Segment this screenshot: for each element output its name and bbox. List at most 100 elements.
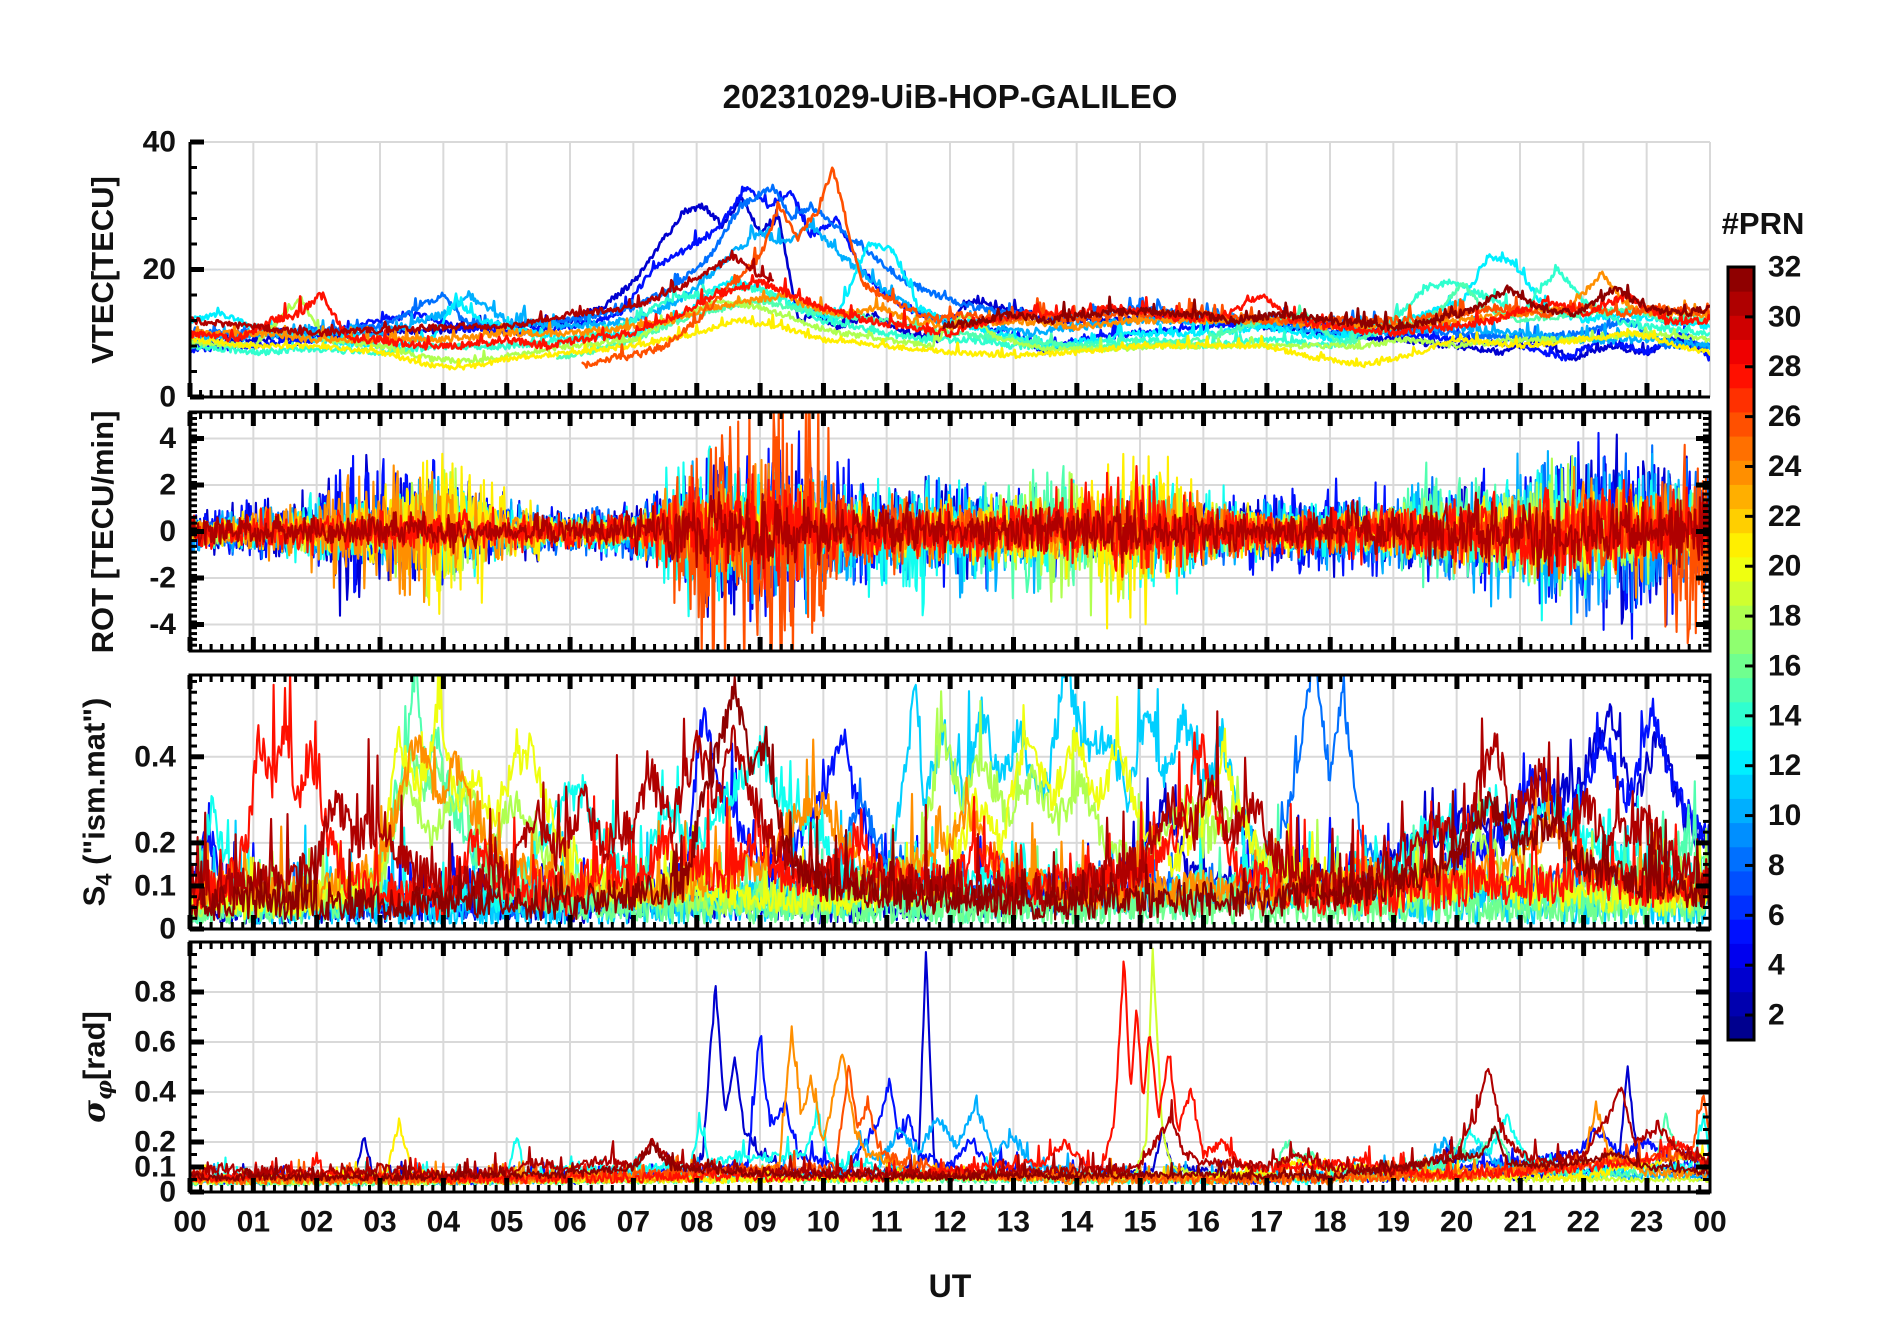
colorbar-segment bbox=[1728, 1015, 1754, 1041]
x-tick-label: 19 bbox=[1377, 1206, 1410, 1239]
y-axis-label-text: ROT [TECU/min] bbox=[85, 410, 120, 653]
colorbar-tick-label: 24 bbox=[1768, 450, 1802, 483]
y-axis-label-text: σ bbox=[76, 1099, 113, 1123]
y-axis-label-rot: ROT [TECU/min] bbox=[85, 410, 121, 653]
colorbar-tick-label: 32 bbox=[1768, 251, 1801, 284]
colorbar-segment bbox=[1728, 750, 1754, 775]
x-tick-label: 05 bbox=[490, 1206, 523, 1239]
colorbar: 2468101214161820222426283032 bbox=[1726, 251, 1802, 1042]
y-tick-label: 0 bbox=[159, 515, 176, 548]
y-axis-label-text: VTEC[TECU] bbox=[85, 175, 120, 364]
x-tick-label: 14 bbox=[1060, 1206, 1094, 1239]
chart-canvas: 0 20 40 -4 -2 0 2 4 0 0.1 0.2 0.4 0 0.1 0.2 0.4 0.6 0.8 00… bbox=[0, 0, 1902, 1330]
y-axis-label-sigmaphi: σφ[rad] bbox=[76, 1011, 117, 1123]
x-tick-label: 04 bbox=[427, 1206, 461, 1239]
x-tick-label: 18 bbox=[1313, 1206, 1346, 1239]
colorbar-segment bbox=[1728, 870, 1754, 896]
y-tick-label: -2 bbox=[149, 561, 176, 594]
colorbar-segment bbox=[1728, 291, 1754, 316]
colorbar-tick-label: 20 bbox=[1768, 550, 1801, 583]
panel-sigma-phi: 00.10.20.40.60.8 bbox=[134, 940, 1712, 1209]
y-axis-label-text: [rad] bbox=[76, 1011, 112, 1081]
colorbar-tick-label: 22 bbox=[1768, 500, 1801, 533]
y-axis-label-text: S bbox=[76, 885, 112, 907]
colorbar-tick-label: 26 bbox=[1768, 400, 1801, 433]
panel-rot: -4 -2 0 2 4 bbox=[149, 410, 1712, 653]
colorbar-segment bbox=[1728, 919, 1754, 944]
colorbar-segment bbox=[1728, 822, 1754, 848]
x-tick-label: 20 bbox=[1440, 1206, 1473, 1239]
colorbar-segment bbox=[1728, 460, 1754, 485]
y-tick-label: 0 bbox=[159, 913, 176, 946]
colorbar-tick-label: 8 bbox=[1768, 849, 1785, 882]
y-tick-label: 0.4 bbox=[134, 1076, 176, 1109]
x-tick-label: 00 bbox=[173, 1206, 206, 1239]
colorbar-tick-label: 16 bbox=[1768, 649, 1801, 682]
y-tick-label: 0.8 bbox=[134, 976, 176, 1009]
y-tick-label: 4 bbox=[159, 422, 176, 455]
colorbar-segment bbox=[1728, 991, 1754, 1017]
x-tick-label: 00 bbox=[1693, 1206, 1726, 1239]
x-tick-label: 07 bbox=[617, 1206, 650, 1239]
x-tick-label: 21 bbox=[1503, 1206, 1536, 1239]
colorbar-tick-label: 10 bbox=[1768, 799, 1801, 832]
colorbar-segment bbox=[1728, 508, 1754, 534]
y-tick-label: 20 bbox=[143, 253, 176, 286]
panel-s4: 0 0.1 0.2 0.4 bbox=[134, 673, 1712, 946]
colorbar-segment bbox=[1728, 677, 1754, 703]
colorbar-tick-label: 14 bbox=[1768, 699, 1802, 732]
colorbar-tick-label: 6 bbox=[1768, 899, 1785, 932]
x-tick-label: 03 bbox=[363, 1206, 396, 1239]
x-tick-label: 11 bbox=[871, 1206, 903, 1239]
y-tick-label: 2 bbox=[159, 469, 176, 502]
colorbar-segment bbox=[1728, 387, 1754, 413]
panel-vtec: 0 20 40 bbox=[143, 126, 1711, 414]
y-tick-label: 0.6 bbox=[134, 1026, 176, 1059]
colorbar-segment bbox=[1728, 532, 1754, 558]
colorbar-tick-label: 28 bbox=[1768, 350, 1801, 383]
x-tick-label: 12 bbox=[933, 1206, 966, 1239]
y-axis-label-text: ("ism.mat") bbox=[76, 697, 112, 874]
x-tick-label: 15 bbox=[1123, 1206, 1156, 1239]
colorbar-segment bbox=[1728, 846, 1754, 872]
y-tick-label: -4 bbox=[149, 608, 176, 641]
x-tick-label: 10 bbox=[807, 1206, 840, 1239]
y-axis-label-vtec: VTEC[TECU] bbox=[85, 176, 121, 364]
colorbar-segment bbox=[1728, 556, 1754, 582]
y-tick-label: 0.2 bbox=[134, 826, 176, 859]
x-tick-label: 02 bbox=[300, 1206, 333, 1239]
colorbar-segment bbox=[1728, 484, 1754, 510]
colorbar-segment bbox=[1728, 629, 1754, 654]
y-axis-label-text: φ bbox=[91, 1080, 118, 1100]
colorbar-segment bbox=[1728, 967, 1754, 993]
colorbar-segment bbox=[1728, 581, 1754, 606]
y-tick-label: 40 bbox=[143, 126, 176, 159]
colorbar-tick-label: 18 bbox=[1768, 600, 1801, 633]
colorbar-tick-label: 4 bbox=[1768, 949, 1785, 982]
y-tick-label: 0.4 bbox=[134, 740, 176, 773]
colorbar-segment bbox=[1728, 701, 1754, 727]
x-tick-label: 08 bbox=[680, 1206, 713, 1239]
x-tick-label: 22 bbox=[1567, 1206, 1600, 1239]
colorbar-tick-label: 2 bbox=[1768, 999, 1785, 1032]
colorbar-segment bbox=[1728, 339, 1754, 365]
y-axis-label-text: 4 bbox=[91, 873, 117, 886]
y-axis-label-s4: S4 ("ism.mat") bbox=[76, 698, 117, 907]
x-axis-label: UT bbox=[928, 1268, 972, 1304]
x-tick-label: 23 bbox=[1630, 1206, 1663, 1239]
colorbar-segment bbox=[1728, 774, 1754, 799]
colorbar-segment bbox=[1728, 436, 1754, 461]
x-tick-label: 06 bbox=[553, 1206, 586, 1239]
colorbar-segment bbox=[1728, 315, 1754, 340]
x-tick-label: 01 bbox=[237, 1206, 270, 1239]
x-tick-label: 17 bbox=[1250, 1206, 1283, 1239]
x-tick-label: 13 bbox=[997, 1206, 1030, 1239]
x-tick-label: 16 bbox=[1187, 1206, 1220, 1239]
colorbar-tick-label: 30 bbox=[1768, 300, 1801, 333]
y-tick-label: 0.2 bbox=[134, 1126, 176, 1159]
x-tick-label: 09 bbox=[743, 1206, 776, 1239]
colorbar-segment bbox=[1728, 798, 1754, 824]
colorbar-segment bbox=[1728, 267, 1754, 292]
y-tick-label: 0 bbox=[159, 381, 176, 414]
chart-svg: 02040-4-202400.10.20.400.10.20.40.60.800… bbox=[134, 126, 1802, 1239]
